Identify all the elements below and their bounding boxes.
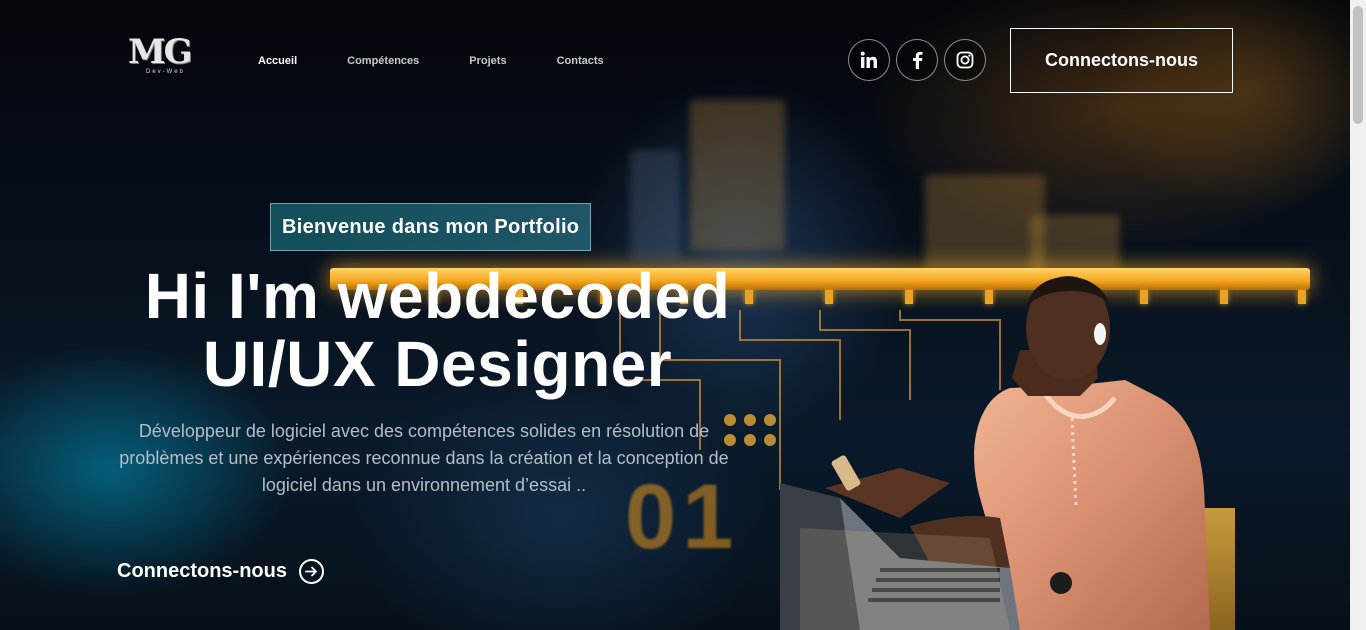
linkedin-button[interactable] bbox=[848, 39, 890, 81]
arrow-right-circle-icon bbox=[299, 559, 324, 584]
hero-title: Hi I'm webdecoded UI/UX Designer bbox=[100, 262, 775, 398]
logo-tagline: Dev-Web bbox=[146, 69, 185, 75]
hero-description: Développeur de logiciel avec des compéte… bbox=[119, 421, 729, 495]
scrollbar-thumb[interactable] bbox=[1353, 6, 1363, 124]
nav-item-contacts[interactable]: Contacts bbox=[557, 55, 604, 67]
logo-mark: MG bbox=[128, 32, 193, 72]
nav-item-accueil[interactable]: Accueil bbox=[258, 55, 297, 67]
nav-item-projets[interactable]: Projets bbox=[469, 55, 506, 67]
instagram-icon bbox=[956, 51, 974, 69]
portrait-photo bbox=[780, 276, 1235, 630]
welcome-badge: Bienvenue dans mon Portfolio bbox=[270, 203, 592, 251]
nav-item-competences[interactable]: Compétences bbox=[347, 55, 419, 67]
linkedin-icon bbox=[860, 51, 877, 68]
main-nav: Accueil Compétences Projets Contacts bbox=[258, 55, 654, 67]
connect-hero-link[interactable]: Connectons-nous bbox=[117, 559, 324, 584]
connect-header-button[interactable]: Connectons-nous bbox=[1010, 28, 1233, 93]
facebook-button[interactable] bbox=[896, 39, 938, 81]
facebook-icon bbox=[913, 51, 923, 69]
connect-hero-label: Connectons-nous bbox=[117, 560, 287, 582]
social-links bbox=[848, 39, 986, 81]
page-scrollbar[interactable] bbox=[1350, 0, 1366, 630]
instagram-button[interactable] bbox=[944, 39, 986, 81]
hero-title-line2: UI/UX Designer bbox=[202, 328, 673, 400]
site-logo[interactable]: MG Dev-Web bbox=[128, 34, 200, 80]
hero-title-line1: Hi I'm webdecoded bbox=[144, 260, 731, 332]
